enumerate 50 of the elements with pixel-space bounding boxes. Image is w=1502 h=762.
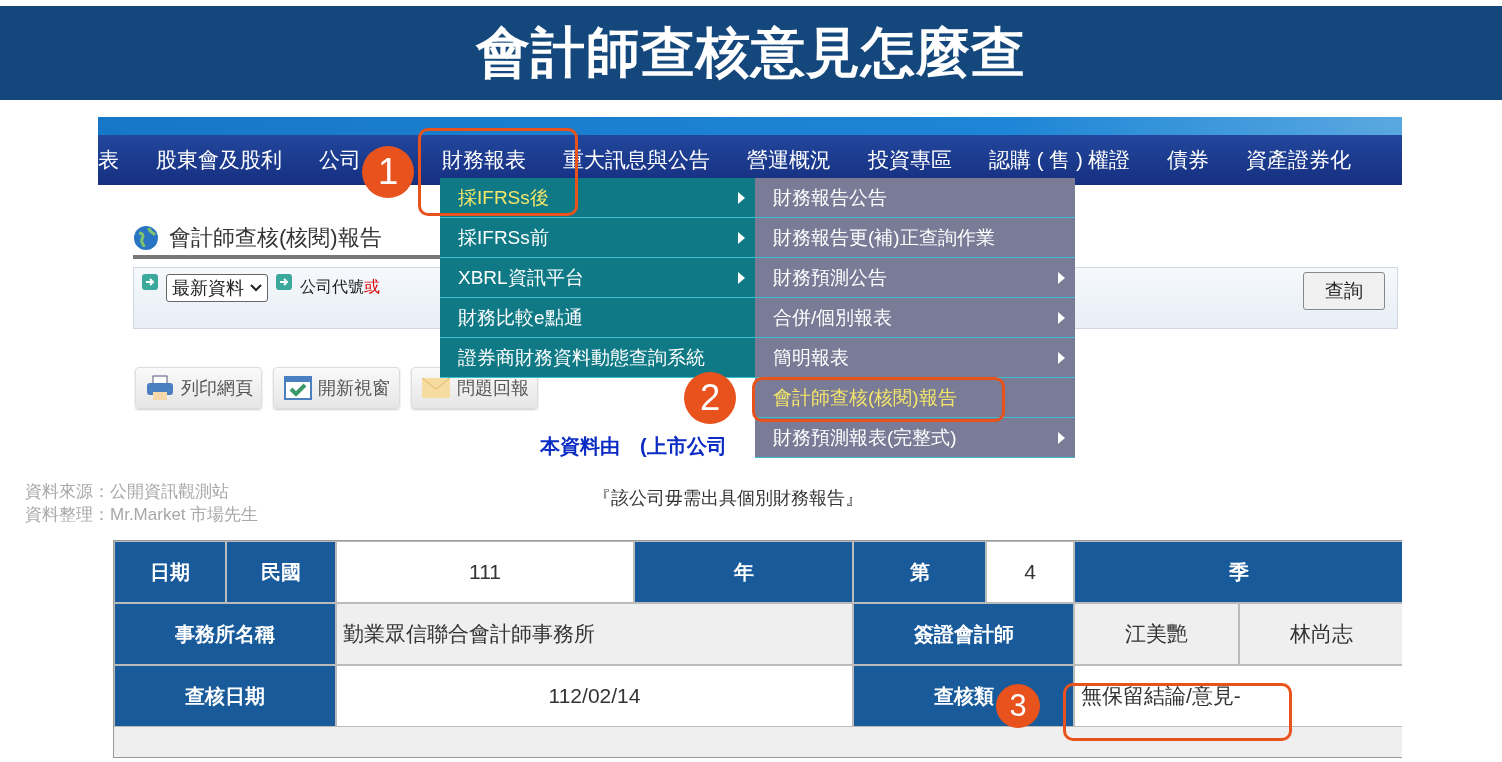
nav-item[interactable]: 財務報表 [442, 146, 526, 174]
chevron-icon [250, 284, 262, 292]
step-number: 2 [684, 372, 736, 424]
nav-item[interactable]: 債券 [1167, 146, 1210, 174]
header-cell: 民國 [226, 541, 336, 603]
menu-item[interactable]: 採IFRSs前 [440, 218, 755, 258]
header-cell: 簽證會計師 [853, 603, 1074, 665]
header-cell: 第 [853, 541, 986, 603]
printer-icon [144, 374, 175, 402]
menu-item[interactable]: 財務預測公告 [755, 258, 1075, 298]
page-title: 會計師查核(核閱)報告 [169, 224, 382, 252]
banner-title: 會計師查核意見怎麼查 [476, 20, 1026, 84]
nav-item[interactable]: 投資專區 [868, 146, 952, 174]
nav-item[interactable]: 表 [98, 146, 119, 174]
source-credit: 資料來源：公開資訊觀測站 [25, 481, 230, 503]
envelope-icon [420, 377, 451, 399]
menu-item[interactable]: XBRL資訊平台 [440, 258, 755, 298]
table-cell: 4 [986, 541, 1074, 603]
globe-icon [133, 225, 159, 251]
header-cell: 事務所名稱 [114, 603, 336, 665]
report-note: 『該公司毋需出具個別財務報告』 [593, 487, 863, 510]
header-cell: 查核日期 [114, 665, 336, 727]
check-window-icon [283, 375, 312, 401]
header-cell: 年 [634, 541, 853, 603]
header-cell: 日期 [114, 541, 226, 603]
nav-item[interactable]: 資產證券化 [1246, 146, 1352, 174]
toolbar-button[interactable]: 開新視窗 [273, 367, 400, 409]
nav-item[interactable]: 公司 [319, 146, 361, 174]
source-credit: 資料整理：Mr.Market 市場先生 [25, 504, 259, 526]
menu-item[interactable]: 財務報告公告 [755, 178, 1075, 218]
data-source-notice: 本資料由 (上市公司 [540, 434, 727, 459]
table-cell: 勤業眾信聯合會計師事務所 [336, 603, 853, 665]
table-cell: 江美艷 [1074, 603, 1239, 665]
nav-item[interactable]: 股東會及股利 [156, 146, 282, 174]
header-cell: 季 [1074, 541, 1402, 603]
table-cell: 112/02/14 [336, 665, 853, 727]
nav-item[interactable]: 認購 ( 售 ) 權證 [989, 146, 1131, 174]
period-select[interactable]: 最新資料 [166, 274, 268, 302]
table-cell: 無保留結論/意見- [1074, 665, 1402, 727]
menu-item[interactable]: 合併/個別報表 [755, 298, 1075, 338]
menu-item[interactable]: 財務預測報表(完整式) [755, 418, 1075, 458]
nav-item[interactable]: 營運概況 [747, 146, 831, 174]
toolbar-button[interactable]: 列印網頁 [135, 367, 262, 409]
table-cell: 林尚志 [1239, 603, 1402, 665]
menu-item[interactable]: 簡明報表 [755, 338, 1075, 378]
table-cell: 111 [336, 541, 634, 603]
company-code-label: 公司代號或 [300, 277, 380, 297]
query-button[interactable]: 查詢 [1303, 272, 1385, 310]
menu-item[interactable]: 採IFRSs後 [440, 178, 755, 218]
menu-item[interactable]: 財務報告更(補)正查詢作業 [755, 218, 1075, 258]
